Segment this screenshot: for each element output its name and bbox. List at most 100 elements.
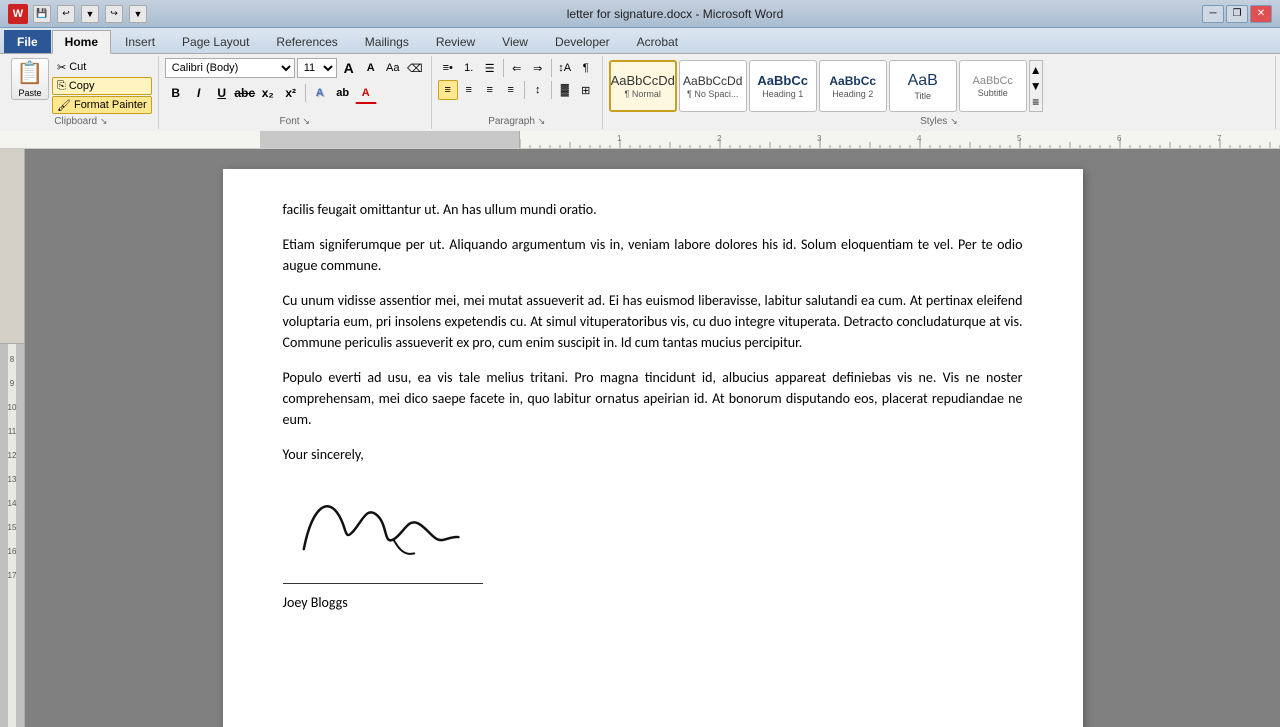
style-h2-label: Heading 2 xyxy=(832,89,873,99)
subscript-btn[interactable]: x₂ xyxy=(257,82,279,104)
customize-quick-btn[interactable]: ▼ xyxy=(129,5,147,23)
page-wrapper[interactable]: facilis feugait omittantur ut. An has ul… xyxy=(25,149,1280,727)
format-painter-button[interactable]: 🖌 Format Painter xyxy=(52,96,152,114)
align-left-btn[interactable]: ≡ xyxy=(438,80,458,100)
shading-btn[interactable]: ▓ xyxy=(555,80,575,100)
style-heading2[interactable]: AaBbCc Heading 2 xyxy=(819,60,887,112)
cut-icon: ✂ xyxy=(57,61,66,74)
font-size-select[interactable]: 11 xyxy=(297,58,337,78)
style-title[interactable]: AaB Title xyxy=(889,60,957,112)
tab-references[interactable]: References xyxy=(263,30,350,53)
decrease-indent-btn[interactable]: ⇐ xyxy=(507,58,527,78)
styles-list: AaBbCcDd ¶ Normal AaBbCcDd ¶ No Spaci...… xyxy=(609,60,1027,112)
italic-btn[interactable]: I xyxy=(188,82,210,104)
style-nospace-label: ¶ No Spaci... xyxy=(687,89,738,99)
styles-scroll-down-icon[interactable]: ▼ xyxy=(1030,79,1042,93)
paste-button[interactable]: 📋 Paste xyxy=(11,58,49,100)
underline-btn[interactable]: U xyxy=(211,82,233,104)
tab-insert[interactable]: Insert xyxy=(112,30,168,53)
ruler: 123456789 xyxy=(0,131,1280,149)
style-subtitle[interactable]: AaBbCc Subtitle xyxy=(959,60,1027,112)
ribbon-content: 📋 Paste ✂ Cut ⎘ Copy 🖌 Format Painter xyxy=(0,54,1280,131)
style-subtitle-label: Subtitle xyxy=(978,88,1008,98)
svg-text:3: 3 xyxy=(817,134,822,143)
text-effects-btn[interactable]: A xyxy=(309,82,331,104)
font-selector-row: Calibri (Body) 11 A A Aa ⌫ xyxy=(165,58,425,78)
signature-line xyxy=(283,583,483,584)
paragraph-1[interactable]: facilis feugait omittantur ut. An has ul… xyxy=(283,199,1023,220)
paragraph-3[interactable]: Cu unum vidisse assentior mei, mei mutat… xyxy=(283,290,1023,353)
clipboard-group: 📋 Paste ✂ Cut ⎘ Copy 🖌 Format Painter xyxy=(4,56,159,129)
paragraph-expand-icon[interactable]: ↘ xyxy=(538,116,546,126)
ruler-margin-left xyxy=(260,131,520,148)
format-painter-icon: 🖌 xyxy=(57,99,71,112)
redo-quick-btn[interactable]: ↪ xyxy=(105,5,123,23)
copy-button[interactable]: ⎘ Copy xyxy=(52,77,152,95)
tab-view[interactable]: View xyxy=(489,30,541,53)
tab-file[interactable]: File xyxy=(4,30,51,53)
bullets-btn[interactable]: ≡• xyxy=(438,58,458,78)
tab-home[interactable]: Home xyxy=(52,30,111,54)
style-heading1[interactable]: AaBbCc Heading 1 xyxy=(749,60,817,112)
left-ruler-content: 891011121314151617 xyxy=(8,344,17,727)
multilevel-list-btn[interactable]: ☰ xyxy=(480,58,500,78)
font-color-btn[interactable]: A xyxy=(355,82,377,104)
font-grow-btn[interactable]: A xyxy=(339,58,359,78)
paragraph-2[interactable]: Etiam signiferumque per ut. Aliquando ar… xyxy=(283,234,1023,276)
increase-indent-btn[interactable]: ⇒ xyxy=(528,58,548,78)
styles-scroll-up-icon[interactable]: ▲ xyxy=(1030,63,1042,77)
restore-btn[interactable]: ❐ xyxy=(1226,5,1248,23)
minimize-btn[interactable]: ─ xyxy=(1202,5,1224,23)
para-sep-3 xyxy=(524,81,525,99)
change-case-btn[interactable]: Aa xyxy=(383,58,403,78)
undo-dropdown-btn[interactable]: ▼ xyxy=(81,5,99,23)
undo-quick-btn[interactable]: ↩ xyxy=(57,5,75,23)
save-quick-btn[interactable]: 💾 xyxy=(33,5,51,23)
cut-button[interactable]: ✂ Cut xyxy=(52,58,152,76)
sort-btn[interactable]: ↕A xyxy=(555,58,575,78)
styles-scroll-controls[interactable]: ▲ ▼ ≡ xyxy=(1029,60,1043,112)
tab-acrobat[interactable]: Acrobat xyxy=(624,30,691,53)
styles-content: AaBbCcDd ¶ Normal AaBbCcDd ¶ No Spaci...… xyxy=(609,58,1269,114)
numbering-btn[interactable]: 1. xyxy=(459,58,479,78)
font-shrink-btn[interactable]: A xyxy=(361,58,381,78)
tab-page-layout[interactable]: Page Layout xyxy=(169,30,262,53)
para-row-1: ≡• 1. ☰ ⇐ ⇒ ↕A ¶ xyxy=(438,58,596,78)
align-right-btn[interactable]: ≡ xyxy=(480,80,500,100)
clipboard-expand-icon[interactable]: ↘ xyxy=(100,116,108,126)
svg-text:4: 4 xyxy=(917,134,922,143)
strikethrough-btn[interactable]: abc xyxy=(234,82,256,104)
clear-format-btn[interactable]: ⌫ xyxy=(405,58,425,78)
close-btn[interactable]: ✕ xyxy=(1250,5,1272,23)
document-title: letter for signature.docx - Microsoft Wo… xyxy=(148,7,1202,21)
justify-btn[interactable]: ≡ xyxy=(501,80,521,100)
font-expand-icon[interactable]: ↘ xyxy=(302,116,310,126)
styles-group: AaBbCcDd ¶ Normal AaBbCcDd ¶ No Spaci...… xyxy=(603,56,1276,129)
text-highlight-btn[interactable]: ab xyxy=(332,82,354,104)
svg-text:2: 2 xyxy=(717,134,722,143)
author-name[interactable]: Joey Bloggs xyxy=(283,592,1023,613)
superscript-btn[interactable]: x² xyxy=(280,82,302,104)
paragraph-4[interactable]: Populo everti ad usu, ea vis tale melius… xyxy=(283,367,1023,430)
font-group: Calibri (Body) 11 A A Aa ⌫ B I U abc x₂ … xyxy=(159,56,432,129)
styles-more-icon[interactable]: ≡ xyxy=(1032,95,1039,109)
font-family-select[interactable]: Calibri (Body) xyxy=(165,58,295,78)
tab-mailings[interactable]: Mailings xyxy=(352,30,422,53)
left-ruler-top-margin xyxy=(0,149,24,344)
title-bar: W 💾 ↩ ▼ ↪ ▼ letter for signature.docx - … xyxy=(0,0,1280,28)
svg-text:1: 1 xyxy=(617,134,622,143)
tab-developer[interactable]: Developer xyxy=(542,30,623,53)
bold-btn[interactable]: B xyxy=(165,82,187,104)
borders-btn[interactable]: ⊞ xyxy=(576,80,596,100)
paste-area: 📋 Paste xyxy=(10,58,50,100)
style-h2-preview: AaBbCc xyxy=(829,74,876,88)
style-no-spacing[interactable]: AaBbCcDd ¶ No Spaci... xyxy=(679,60,747,112)
align-center-btn[interactable]: ≡ xyxy=(459,80,479,100)
styles-expand-icon[interactable]: ↘ xyxy=(950,116,958,126)
style-normal[interactable]: AaBbCcDd ¶ Normal xyxy=(609,60,677,112)
line-spacing-btn[interactable]: ↕ xyxy=(528,80,548,100)
paste-label: Paste xyxy=(18,88,41,98)
show-marks-btn[interactable]: ¶ xyxy=(576,58,596,78)
tab-review[interactable]: Review xyxy=(423,30,488,53)
closing-text[interactable]: Your sincerely, xyxy=(283,444,1023,465)
